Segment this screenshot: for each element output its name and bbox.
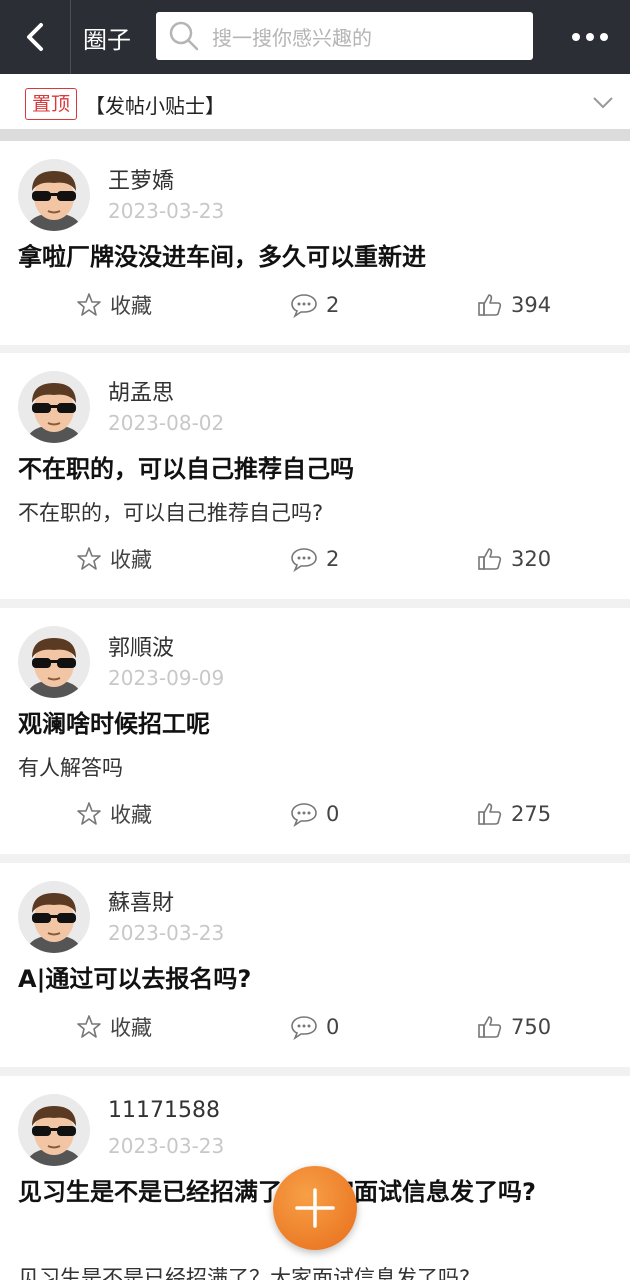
- like-button[interactable]: 320: [477, 541, 551, 577]
- comment-icon: [291, 803, 317, 827]
- comment-count: 2: [326, 547, 340, 571]
- post-actions: 收藏 0 750: [0, 1009, 630, 1045]
- comment-count: 0: [326, 802, 340, 826]
- favorite-label: 收藏: [110, 294, 152, 318]
- post-username[interactable]: 胡孟思: [108, 375, 174, 407]
- star-icon: [77, 293, 101, 316]
- favorite-button[interactable]: 收藏: [76, 1009, 152, 1045]
- post-actions: 收藏 2 320: [0, 541, 630, 577]
- post-body[interactable]: 有人解答吗: [18, 752, 123, 782]
- post-username[interactable]: 11171588: [108, 1098, 220, 1123]
- post-actions: 收藏 0 275: [0, 796, 630, 832]
- post-username[interactable]: 王萝嬌: [108, 163, 174, 195]
- more-dot-icon: [572, 33, 580, 41]
- post-card[interactable]: 蘇喜財 2023-03-23 A|通过可以去报名吗? 收藏 0 750: [0, 863, 630, 1067]
- avatar-sunglasses-icon: [28, 1106, 80, 1166]
- favorite-button[interactable]: 收藏: [76, 796, 152, 832]
- top-bar: 圈子 搜一搜你感兴趣的: [0, 0, 630, 74]
- favorite-label: 收藏: [110, 1016, 152, 1040]
- section-separator: [0, 129, 630, 141]
- search-input[interactable]: 搜一搜你感兴趣的: [156, 12, 533, 60]
- star-icon: [77, 1015, 101, 1038]
- like-count: 275: [511, 802, 552, 826]
- post-title[interactable]: A|通过可以去报名吗?: [18, 959, 598, 999]
- star-icon: [77, 802, 101, 825]
- like-button[interactable]: 394: [477, 287, 551, 323]
- post-date: 2023-03-23: [108, 921, 225, 945]
- comment-button[interactable]: 2: [290, 287, 339, 323]
- plus-icon: [295, 1188, 335, 1228]
- post-card[interactable]: 胡孟思 2023-08-02 不在职的，可以自己推荐自己吗 不在职的，可以自己推…: [0, 353, 630, 599]
- comment-icon: [291, 548, 317, 572]
- avatar-sunglasses-icon: [28, 171, 80, 231]
- comment-button[interactable]: 2: [290, 541, 339, 577]
- like-count: 320: [511, 547, 552, 571]
- avatar[interactable]: [18, 1094, 90, 1166]
- favorite-label: 收藏: [110, 803, 152, 827]
- thumbs-up-icon: [478, 294, 502, 316]
- avatar-sunglasses-icon: [28, 638, 80, 698]
- comment-icon: [291, 294, 317, 318]
- more-dot-icon: [586, 33, 594, 41]
- post-body[interactable]: 不在职的，可以自己推荐自己吗?: [18, 497, 323, 527]
- post-card[interactable]: 郭順波 2023-09-09 观澜啥时候招工呢 有人解答吗 收藏 0 275: [0, 608, 630, 854]
- post-body[interactable]: 见习生是不是已经招满了？大家面试信息发了吗?: [18, 1262, 470, 1280]
- avatar[interactable]: [18, 626, 90, 698]
- favorite-button[interactable]: 收藏: [76, 287, 152, 323]
- comment-button[interactable]: 0: [290, 796, 339, 832]
- thumbs-up-icon: [478, 803, 502, 825]
- more-dot-icon: [600, 33, 608, 41]
- like-count: 750: [511, 1015, 552, 1039]
- avatar-sunglasses-icon: [28, 383, 80, 443]
- search-placeholder: 搜一搜你感兴趣的: [212, 25, 372, 50]
- comment-count: 2: [326, 293, 340, 317]
- star-icon: [77, 547, 101, 570]
- post-date: 2023-03-23: [108, 199, 225, 223]
- post-title[interactable]: 拿啦厂牌没没进车间，多久可以重新进: [18, 237, 598, 277]
- pinned-post[interactable]: 置顶 【发帖小贴士】: [0, 74, 630, 134]
- post-username[interactable]: 蘇喜財: [108, 885, 174, 917]
- avatar[interactable]: [18, 371, 90, 443]
- post-username[interactable]: 郭順波: [108, 630, 174, 662]
- favorite-label: 收藏: [110, 548, 152, 572]
- post-date: 2023-03-23: [108, 1134, 225, 1158]
- more-menu-button[interactable]: [572, 24, 608, 50]
- like-count: 394: [511, 293, 552, 317]
- back-button[interactable]: [0, 0, 70, 74]
- pinned-badge: 置顶: [25, 88, 78, 120]
- post-title[interactable]: 不在职的，可以自己推荐自己吗: [18, 449, 598, 489]
- avatar-sunglasses-icon: [28, 893, 80, 953]
- avatar[interactable]: [18, 159, 90, 231]
- post-actions: 收藏 2 394: [0, 287, 630, 323]
- like-button[interactable]: 750: [477, 1009, 551, 1045]
- thumbs-up-icon: [478, 548, 502, 570]
- comment-icon: [291, 1016, 317, 1040]
- post-card[interactable]: 王萝嬌 2023-03-23 拿啦厂牌没没进车间，多久可以重新进 收藏 2 39…: [0, 141, 630, 345]
- page-title: 圈子: [83, 25, 131, 54]
- avatar[interactable]: [18, 881, 90, 953]
- chevron-down-icon[interactable]: [592, 96, 614, 110]
- new-post-button[interactable]: [273, 1166, 357, 1250]
- favorite-button[interactable]: 收藏: [76, 541, 152, 577]
- thumbs-up-icon: [478, 1016, 502, 1038]
- back-arrow-icon: [27, 23, 43, 51]
- comment-count: 0: [326, 1015, 340, 1039]
- post-date: 2023-09-09: [108, 666, 225, 690]
- like-button[interactable]: 275: [477, 796, 551, 832]
- pinned-text: 【发帖小贴士】: [85, 93, 226, 118]
- search-icon: [169, 21, 199, 51]
- post-date: 2023-08-02: [108, 411, 225, 435]
- post-title[interactable]: 观澜啥时候招工呢: [18, 704, 598, 744]
- comment-button[interactable]: 0: [290, 1009, 339, 1045]
